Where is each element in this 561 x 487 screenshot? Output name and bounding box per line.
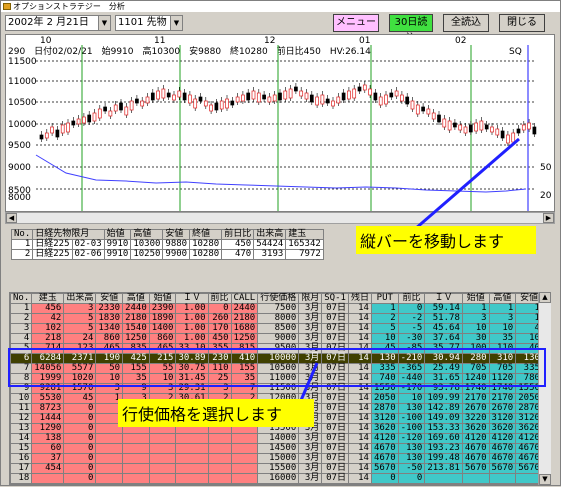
arrow-to-bar (414, 137, 520, 231)
vertical-bar-callout: 縦バーを移動します (356, 226, 536, 254)
select-strike-callout: 行使価格を選択します (118, 399, 314, 427)
app-window: オプションストラテジー 分析 2002年 2 月21日 ▼ 1101 先物 ▼ … (0, 0, 561, 486)
